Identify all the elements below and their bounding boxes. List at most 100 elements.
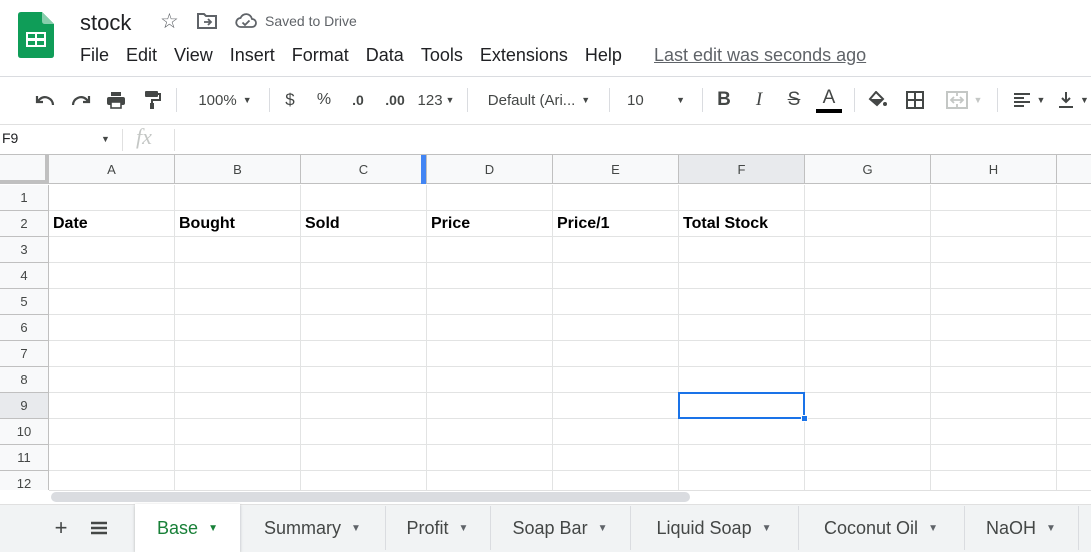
- italic-button[interactable]: I: [747, 86, 771, 114]
- cell-f2[interactable]: Total Stock: [679, 211, 805, 237]
- paint-format-icon[interactable]: [140, 86, 164, 114]
- chevron-down-icon[interactable]: ▼: [598, 523, 608, 534]
- column-header-f[interactable]: F: [679, 155, 805, 184]
- vertical-align-icon[interactable]: ▼: [1056, 86, 1091, 114]
- cell-f12[interactable]: [679, 471, 805, 490]
- cell-c10[interactable]: [301, 419, 427, 445]
- increase-decimal-button[interactable]: .00: [380, 86, 410, 114]
- cell-d12[interactable]: [427, 471, 553, 490]
- cloud-saved-icon[interactable]: [235, 13, 257, 34]
- all-sheets-icon[interactable]: [86, 504, 112, 552]
- cell-a12[interactable]: [49, 471, 175, 490]
- cell-f11[interactable]: [679, 445, 805, 471]
- cell-a6[interactable]: [49, 315, 175, 341]
- redo-icon[interactable]: [69, 86, 93, 114]
- cell-a9[interactable]: [49, 393, 175, 419]
- cell-e12[interactable]: [553, 471, 679, 490]
- row-header-11[interactable]: 11: [0, 445, 49, 471]
- cell-e7[interactable]: [553, 341, 679, 367]
- add-sheet-button[interactable]: +: [48, 504, 74, 552]
- cell-g7[interactable]: [805, 341, 931, 367]
- cell-f3[interactable]: [679, 237, 805, 263]
- cell-f1[interactable]: [679, 185, 805, 211]
- merge-cells-icon[interactable]: ▼: [940, 86, 988, 114]
- cell-a2[interactable]: Date: [49, 211, 175, 237]
- cell-d7[interactable]: [427, 341, 553, 367]
- chevron-down-icon[interactable]: ▼: [928, 523, 938, 534]
- cell-d9[interactable]: [427, 393, 553, 419]
- spreadsheet-grid[interactable]: ABCDEFGH 1 2 3 4 5 6 7 8 9 10 11 12 Date Bought Sold P…: [0, 155, 1091, 490]
- chevron-down-icon[interactable]: ▼: [208, 523, 218, 534]
- cell-f8[interactable]: [679, 367, 805, 393]
- sheet-tab-profit[interactable]: Profit ▼: [385, 504, 490, 552]
- horizontal-scrollbar-thumb[interactable]: [51, 492, 690, 502]
- cell-h9[interactable]: [931, 393, 1057, 419]
- chevron-down-icon[interactable]: ▼: [1046, 523, 1056, 534]
- cell-g11[interactable]: [805, 445, 931, 471]
- cell-a4[interactable]: [49, 263, 175, 289]
- column-header-c[interactable]: C: [301, 155, 427, 184]
- cell-d3[interactable]: [427, 237, 553, 263]
- text-color-button[interactable]: A: [815, 86, 843, 114]
- cell-e1[interactable]: [553, 185, 679, 211]
- cell-b4[interactable]: [175, 263, 301, 289]
- cell-e9[interactable]: [553, 393, 679, 419]
- cell-c12[interactable]: [301, 471, 427, 490]
- cell-d11[interactable]: [427, 445, 553, 471]
- cell-h6[interactable]: [931, 315, 1057, 341]
- cell-f6[interactable]: [679, 315, 805, 341]
- menu-view[interactable]: View: [174, 45, 213, 66]
- cell-f10[interactable]: [679, 419, 805, 445]
- cell-b1[interactable]: [175, 185, 301, 211]
- cell-e6[interactable]: [553, 315, 679, 341]
- row-header-10[interactable]: 10: [0, 419, 49, 445]
- percent-format-button[interactable]: %: [313, 86, 335, 114]
- cell-c1[interactable]: [301, 185, 427, 211]
- cell-e4[interactable]: [553, 263, 679, 289]
- cell-c6[interactable]: [301, 315, 427, 341]
- formula-input[interactable]: [182, 128, 1082, 152]
- cell-i8[interactable]: [1057, 367, 1091, 393]
- cell-g3[interactable]: [805, 237, 931, 263]
- cell-h5[interactable]: [931, 289, 1057, 315]
- row-header-6[interactable]: 6: [0, 315, 49, 341]
- chevron-down-icon[interactable]: ▼: [762, 523, 772, 534]
- cell-c7[interactable]: [301, 341, 427, 367]
- font-family-select[interactable]: Default (Ari... ▼: [478, 86, 600, 114]
- sheet-tab-liquid-soap[interactable]: Liquid Soap ▼: [630, 504, 798, 552]
- select-all-corner[interactable]: [0, 155, 49, 184]
- strikethrough-button[interactable]: S: [782, 86, 806, 114]
- menu-file[interactable]: File: [80, 45, 109, 66]
- cell-i9[interactable]: [1057, 393, 1091, 419]
- decrease-decimal-button[interactable]: .0: [344, 86, 372, 114]
- cell-e3[interactable]: [553, 237, 679, 263]
- column-header-g[interactable]: G: [805, 155, 931, 184]
- cell-g2[interactable]: [805, 211, 931, 237]
- cell-b9[interactable]: [175, 393, 301, 419]
- cell-g10[interactable]: [805, 419, 931, 445]
- fill-color-icon[interactable]: [866, 86, 890, 114]
- cell-d10[interactable]: [427, 419, 553, 445]
- zoom-select[interactable]: 100% ▼: [188, 86, 262, 114]
- column-header-b[interactable]: B: [175, 155, 301, 184]
- column-header-partial[interactable]: [1057, 155, 1091, 184]
- cell-b7[interactable]: [175, 341, 301, 367]
- cell-e11[interactable]: [553, 445, 679, 471]
- cell-d6[interactable]: [427, 315, 553, 341]
- cell-c8[interactable]: [301, 367, 427, 393]
- cell-d4[interactable]: [427, 263, 553, 289]
- document-title[interactable]: stock: [80, 10, 131, 36]
- cell-b2[interactable]: Bought: [175, 211, 301, 237]
- row-header-5[interactable]: 5: [0, 289, 49, 315]
- cell-b6[interactable]: [175, 315, 301, 341]
- menu-data[interactable]: Data: [366, 45, 404, 66]
- cell-h1[interactable]: [931, 185, 1057, 211]
- cell-h12[interactable]: [931, 471, 1057, 490]
- cell-h4[interactable]: [931, 263, 1057, 289]
- column-resize-handle[interactable]: [421, 155, 426, 184]
- cell-i1[interactable]: [1057, 185, 1091, 211]
- cell-g8[interactable]: [805, 367, 931, 393]
- cell-g4[interactable]: [805, 263, 931, 289]
- row-header-1[interactable]: 1: [0, 185, 49, 211]
- row-header-4[interactable]: 4: [0, 263, 49, 289]
